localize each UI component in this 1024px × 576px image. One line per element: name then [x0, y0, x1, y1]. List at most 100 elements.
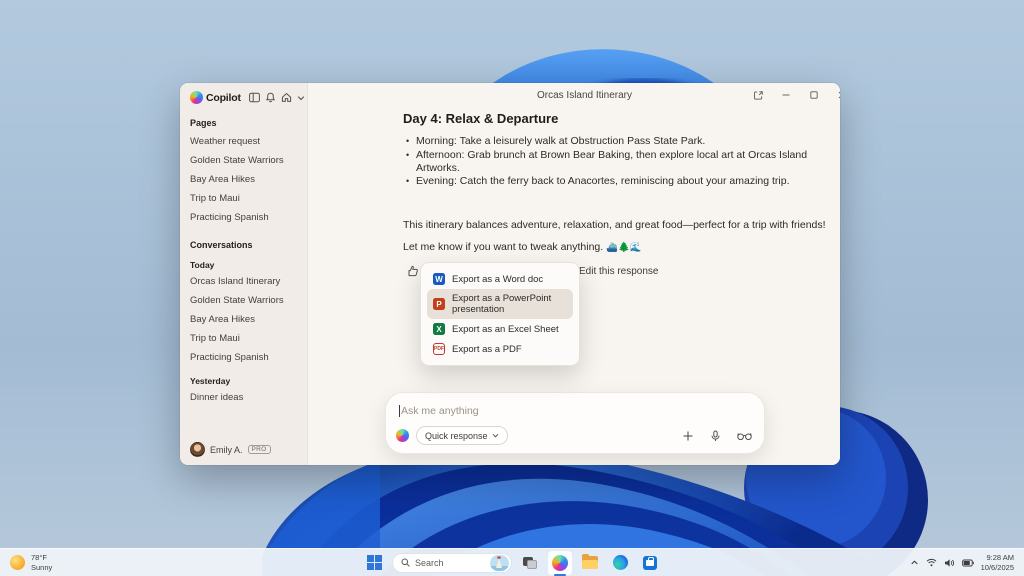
sidebar-page-item[interactable]: Practicing Spanish: [190, 208, 297, 227]
plus-icon: [682, 430, 694, 442]
user-name: Emily A.: [210, 445, 243, 455]
tweak-text: Let me know if you want to tweak anythin…: [403, 241, 833, 253]
taskbar-weather-widget[interactable]: 78°F Sunny: [0, 553, 170, 572]
minimize-button[interactable]: [777, 86, 795, 104]
weather-temp: 78°F: [31, 553, 52, 562]
add-attachment-button[interactable]: [682, 430, 694, 442]
bullet-item: Evening: Catch the ferry back to Anacort…: [403, 175, 818, 188]
bullet-item: Morning: Take a leisurely walk at Obstru…: [403, 135, 818, 148]
page-title: Orcas Island Itinerary: [537, 90, 632, 101]
bullet-item: Afternoon: Grab brunch at Brown Bear Bak…: [403, 149, 818, 175]
battery-icon: [962, 559, 974, 567]
response-heading: Day 4: Relax & Departure: [403, 111, 833, 126]
sun-icon: [10, 555, 25, 570]
sidebar-page-item[interactable]: Bay Area Hikes: [190, 170, 297, 189]
file-explorer-icon: [582, 556, 598, 569]
task-view-icon: [523, 557, 537, 569]
sidebar: Copilot Pages Weather request Golden Sta…: [180, 83, 308, 465]
sidebar-conversation-item[interactable]: Golden State Warriors: [190, 291, 297, 310]
export-option-label: Export as a Word doc: [452, 274, 543, 285]
sidebar-conversation-item[interactable]: Bay Area Hikes: [190, 310, 297, 329]
search-placeholder: Search: [415, 558, 485, 568]
show-hidden-icons-button[interactable]: [910, 558, 919, 567]
voice-input-button[interactable]: [710, 430, 721, 442]
clock-date: 10/6/2025: [981, 563, 1014, 572]
powerpoint-icon: P: [433, 298, 445, 310]
sidebar-conversation-item[interactable]: Dinner ideas: [190, 388, 297, 407]
copilot-logo-icon: [190, 91, 203, 104]
chevron-down-icon: [492, 432, 499, 439]
copilot-logo-icon: [396, 429, 409, 442]
sidebar-page-item[interactable]: Golden State Warriors: [190, 151, 297, 170]
sidebar-conversation-item[interactable]: Trip to Maui: [190, 329, 297, 348]
microsoft-store-icon: [643, 556, 657, 570]
bell-icon: [265, 92, 276, 103]
avatar: [190, 442, 205, 457]
header-more-button[interactable]: [296, 93, 306, 103]
export-word-option[interactable]: W Export as a Word doc: [427, 269, 573, 289]
microsoft-store-button[interactable]: [638, 551, 662, 575]
toggle-sidebar-button[interactable]: [248, 91, 261, 104]
yesterday-group-label: Yesterday: [190, 376, 297, 386]
chevron-down-icon: [297, 94, 305, 102]
export-excel-option[interactable]: X Export as an Excel Sheet: [427, 319, 573, 339]
maximize-button[interactable]: [805, 86, 823, 104]
copilot-icon: [552, 555, 568, 571]
close-button[interactable]: [833, 86, 840, 104]
copilot-app-window: Copilot Pages Weather request Golden Sta…: [180, 83, 840, 465]
maximize-icon: [809, 90, 819, 100]
chat-placeholder: Ask me anything: [401, 405, 479, 417]
popout-window-button[interactable]: [749, 86, 767, 104]
export-pdf-option[interactable]: PDF Export as a PDF: [427, 339, 573, 359]
file-explorer-button[interactable]: [578, 551, 602, 575]
microphone-icon: [710, 430, 721, 442]
home-button[interactable]: [280, 91, 293, 104]
summary-text: This itinerary balances adventure, relax…: [403, 219, 833, 231]
popout-icon: [753, 90, 764, 101]
wifi-button[interactable]: [926, 558, 937, 567]
copilot-vision-button[interactable]: [737, 431, 752, 441]
export-option-label: Export as a PDF: [452, 344, 522, 355]
wifi-icon: [926, 558, 937, 567]
export-option-label: Export as a PowerPoint presentation: [452, 293, 567, 315]
notifications-button[interactable]: [264, 91, 277, 104]
excel-icon: X: [433, 323, 445, 335]
sidebar-toggle-icon: [249, 92, 260, 103]
sidebar-header: Copilot: [190, 91, 297, 104]
sidebar-page-item[interactable]: Weather request: [190, 132, 297, 151]
edge-browser-button[interactable]: [608, 551, 632, 575]
search-icon: [401, 558, 410, 567]
start-button[interactable]: [362, 551, 386, 575]
app-name: Copilot: [206, 92, 241, 104]
sidebar-conversation-item[interactable]: Practicing Spanish: [190, 348, 297, 367]
export-option-label: Export as an Excel Sheet: [452, 324, 559, 335]
close-icon: [837, 90, 840, 100]
chevron-up-icon: [910, 558, 919, 567]
quick-response-selector[interactable]: Quick response: [416, 426, 508, 445]
taskbar-search[interactable]: Search: [392, 553, 512, 573]
taskbar: 78°F Sunny Search: [0, 548, 1024, 576]
tweak-emoji: ⛴️🌲🌊: [606, 242, 642, 253]
clock-time: 9:28 AM: [981, 553, 1014, 562]
volume-button[interactable]: [944, 558, 955, 568]
copilot-home-button[interactable]: Copilot: [190, 91, 241, 104]
export-dropdown-menu: W Export as a Word doc P Export as a Pow…: [420, 262, 580, 366]
text-caret: [399, 405, 400, 417]
export-powerpoint-option[interactable]: P Export as a PowerPoint presentation: [427, 289, 573, 319]
sidebar-conversation-item[interactable]: Orcas Island Itinerary: [190, 272, 297, 291]
battery-button[interactable]: [962, 559, 974, 567]
taskbar-copilot-button[interactable]: [548, 551, 572, 575]
edge-icon: [613, 555, 628, 570]
task-view-button[interactable]: [518, 551, 542, 575]
pages-section-label: Pages: [190, 118, 297, 128]
itinerary-bullet-list: Morning: Take a leisurely walk at Obstru…: [403, 135, 818, 188]
account-button[interactable]: Emily A. PRO: [190, 442, 297, 457]
sidebar-page-item[interactable]: Trip to Maui: [190, 189, 297, 208]
window-titlebar: Orcas Island Itinerary: [308, 83, 840, 107]
chat-input[interactable]: Ask me anything: [399, 403, 752, 419]
minimize-icon: [781, 90, 791, 100]
glasses-icon: [737, 431, 752, 441]
quick-response-label: Quick response: [425, 431, 488, 441]
taskbar-clock[interactable]: 9:28 AM 10/6/2025: [981, 553, 1014, 572]
word-icon: W: [433, 273, 445, 285]
